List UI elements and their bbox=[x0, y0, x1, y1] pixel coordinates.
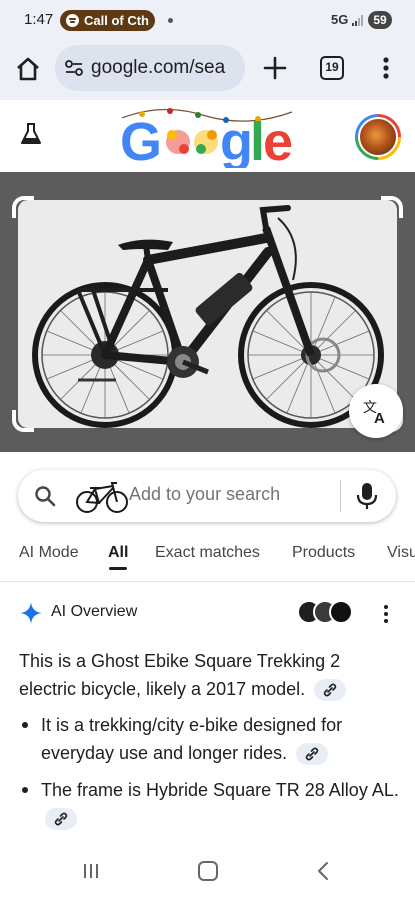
url-text: google.com/sea bbox=[91, 57, 226, 78]
source-link-chip[interactable] bbox=[45, 808, 77, 831]
mic-icon[interactable] bbox=[356, 482, 378, 510]
link-icon bbox=[54, 812, 68, 826]
tabs-divider bbox=[0, 581, 415, 582]
new-tab-plus-icon[interactable] bbox=[262, 55, 288, 81]
tab-exact-matches[interactable]: Exact matches bbox=[155, 544, 260, 562]
signal-icon bbox=[352, 15, 363, 26]
translate-button[interactable]: 文 A bbox=[349, 384, 403, 438]
browser-toolbar: google.com/sea 19 bbox=[0, 40, 415, 100]
tab-visual[interactable]: Visu bbox=[387, 544, 415, 562]
translate-icon: 文 A bbox=[363, 400, 385, 425]
avatar-image bbox=[358, 117, 398, 157]
home-icon[interactable] bbox=[14, 55, 42, 83]
crop-corner-bottom-left[interactable] bbox=[12, 410, 34, 432]
svg-text:g: g bbox=[220, 112, 253, 168]
status-time: 1:47 bbox=[24, 11, 54, 28]
avatar[interactable] bbox=[355, 114, 401, 160]
spotify-icon bbox=[66, 14, 79, 27]
page: 1:47 Call of Cth 5G 59 google.com/sea 19… bbox=[0, 0, 415, 900]
bicycle-illustration bbox=[32, 205, 384, 428]
tab-all[interactable]: All bbox=[108, 544, 128, 562]
flask-icon[interactable] bbox=[18, 121, 44, 147]
notification-dot-icon bbox=[168, 18, 173, 23]
media-label: Call of Cth bbox=[84, 13, 149, 28]
ai-bullet-content: The frame is Hybride Square TR 28 Alloy … bbox=[41, 780, 399, 800]
more-vert-icon[interactable] bbox=[378, 55, 394, 81]
status-bar: 1:47 Call of Cth 5G 59 bbox=[0, 0, 415, 40]
url-bar[interactable]: google.com/sea bbox=[55, 45, 245, 91]
link-icon bbox=[305, 747, 319, 761]
svg-text:A: A bbox=[374, 410, 385, 425]
lens-image-area[interactable]: 文 A bbox=[0, 172, 415, 452]
ai-overview-more-icon[interactable] bbox=[380, 603, 392, 625]
source-link-chip[interactable] bbox=[314, 679, 347, 702]
ai-bullet: The frame is Hybride Square TR 28 Alloy … bbox=[20, 776, 400, 832]
back-icon[interactable] bbox=[316, 861, 330, 881]
tab-switcher-button[interactable]: 19 bbox=[320, 56, 344, 80]
google-doodle-logo[interactable]: G g l e bbox=[118, 104, 296, 168]
ai-sources[interactable] bbox=[297, 600, 355, 626]
tab-products[interactable]: Products bbox=[292, 544, 355, 562]
search-input[interactable] bbox=[129, 484, 329, 505]
battery-icon: 59 bbox=[368, 11, 392, 29]
source-favicon-icon bbox=[329, 600, 353, 624]
media-notification-pill[interactable]: Call of Cth bbox=[60, 10, 155, 31]
home-button-icon[interactable] bbox=[198, 861, 218, 881]
tune-icon[interactable] bbox=[65, 60, 83, 76]
crop-corner-top-left[interactable] bbox=[12, 196, 34, 218]
search-icon bbox=[35, 486, 56, 507]
svg-text:e: e bbox=[263, 112, 293, 168]
search-divider bbox=[340, 480, 341, 512]
ai-overview-title: AI Overview bbox=[51, 603, 138, 620]
sparkle-icon bbox=[20, 602, 42, 624]
source-link-chip[interactable] bbox=[296, 743, 329, 766]
ai-overview-summary: This is a Ghost Ebike Square Trekking 2 … bbox=[19, 647, 399, 703]
ai-bullet: It is a trekking/city e-bike designed fo… bbox=[20, 711, 400, 767]
ai-summary-text: This is a Ghost Ebike Square Trekking 2 … bbox=[19, 651, 341, 699]
bullet-dot bbox=[22, 787, 28, 793]
system-nav-bar bbox=[0, 840, 415, 900]
search-bar bbox=[18, 470, 396, 522]
active-tab-indicator bbox=[109, 567, 127, 570]
network-type: 5G bbox=[331, 12, 349, 27]
ai-bullet-text: The frame is Hybride Square TR 28 Alloy … bbox=[41, 776, 400, 832]
recent-apps-icon[interactable] bbox=[82, 862, 100, 880]
link-icon bbox=[323, 683, 337, 697]
bike-image[interactable] bbox=[18, 200, 397, 428]
crop-corner-top-right[interactable] bbox=[381, 196, 403, 218]
search-tabs: AI Mode All Exact matches Products Visu bbox=[0, 534, 415, 582]
bullet-dot bbox=[22, 722, 28, 728]
svg-text:G: G bbox=[120, 112, 162, 168]
bike-thumbnail[interactable] bbox=[71, 479, 135, 513]
tab-ai-mode[interactable]: AI Mode bbox=[19, 544, 79, 562]
ai-bullet-text: It is a trekking/city e-bike designed fo… bbox=[41, 711, 400, 767]
